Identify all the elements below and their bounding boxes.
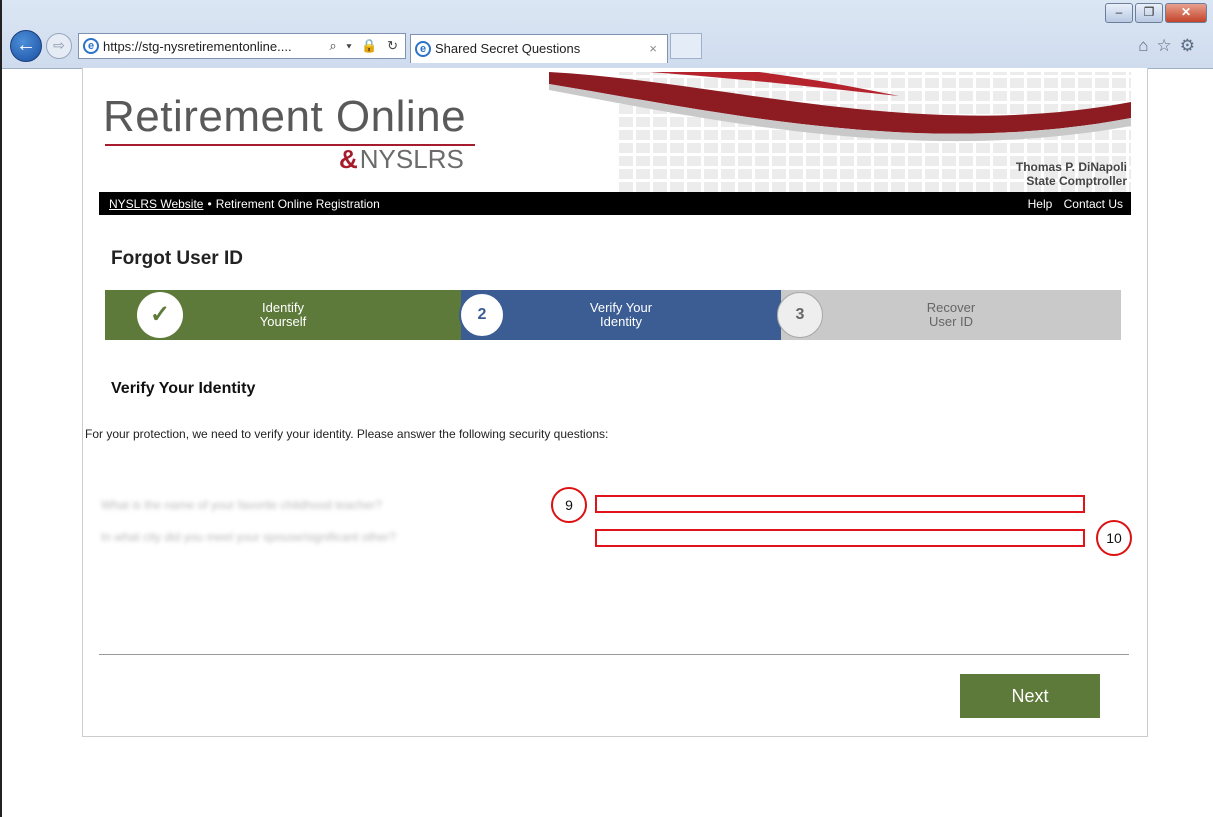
contact-us-link[interactable]: Contact Us [1064, 197, 1123, 211]
step-label-line1: Verify Your [589, 300, 653, 315]
checkmark-icon: ✓ [137, 292, 183, 338]
browser-nav-row: ← ⇨ e https://stg-nysretirementonline...… [10, 30, 702, 63]
window-controls: – ❐ ✕ [1103, 3, 1207, 23]
form-divider [99, 654, 1129, 655]
step-label-line2: Yourself [259, 314, 307, 329]
address-tools-icons[interactable]: ⌕ ▾ 🔒 ↻ [329, 38, 405, 54]
page-title: Forgot User ID [111, 248, 243, 269]
banner: Retirement Online &NYSLRS Thomas P. DiNa… [99, 72, 1131, 192]
tab-title: Shared Secret Questions [435, 41, 581, 56]
close-window-button[interactable]: ✕ [1165, 3, 1207, 23]
page-container: Retirement Online &NYSLRS Thomas P. DiNa… [82, 68, 1148, 737]
ie-logo-icon: e [83, 38, 99, 54]
browser-chrome: – ❐ ✕ ← ⇨ e https://stg-nysretirementonl… [2, 0, 1213, 69]
step-label-line2: Identity [600, 314, 642, 329]
instructions-text: For your protection, we need to verify y… [85, 427, 609, 441]
comptroller-label: Thomas P. DiNapoli State Comptroller [1016, 160, 1127, 188]
step-label-line1: Identify [262, 300, 304, 315]
help-link[interactable]: Help [1028, 197, 1053, 211]
window-left-edge [0, 0, 2, 817]
back-arrow-icon[interactable]: ← [10, 30, 42, 62]
home-favorites-settings-icons[interactable]: ⌂☆⚙ [1138, 36, 1203, 56]
security-question-2: In what city did you meet your spouse/si… [101, 530, 396, 544]
nyslrs-website-link[interactable]: NYSLRS Website [109, 197, 203, 211]
banner-swoosh [549, 72, 1131, 142]
step-verify-identity: 2 Verify Your Identity [459, 290, 781, 340]
step-number-3: 3 [777, 292, 823, 338]
nav-right: Help Contact Us [1020, 197, 1123, 211]
address-bar[interactable]: e https://stg-nysretirementonline.... ⌕ … [78, 33, 406, 59]
step-label-line2: User ID [928, 314, 974, 329]
tab-shared-secret-questions[interactable]: e Shared Secret Questions × [410, 33, 668, 63]
nav-separator: • [207, 196, 212, 211]
new-tab-button[interactable] [670, 33, 702, 59]
security-question-1: What is the name of your favorite childh… [101, 498, 382, 512]
step-label-line1: Recover [926, 300, 976, 315]
restore-button[interactable]: ❐ [1135, 3, 1163, 23]
callout-marker-10: 10 [1096, 520, 1132, 556]
nyslrs-logo: &NYSLRS [339, 144, 464, 174]
security-answer-1-input[interactable] [595, 495, 1085, 513]
retirement-online-logo: Retirement Online [103, 92, 467, 141]
next-button[interactable]: Next [960, 674, 1100, 718]
registration-label: Retirement Online Registration [215, 196, 380, 211]
comptroller-title: State Comptroller [1026, 174, 1127, 188]
tab-close-icon[interactable]: × [649, 41, 657, 56]
callout-marker-9: 9 [551, 487, 587, 523]
progress-steps: ✓ Identify Yourself 2 Verify Your Identity… [105, 290, 1121, 340]
forward-arrow-icon[interactable]: ⇨ [46, 33, 72, 59]
address-text[interactable]: https://stg-nysretirementonline.... [103, 39, 329, 54]
step-recover-user-id: 3 Recover User ID [777, 290, 1121, 340]
section-title: Verify Your Identity [111, 380, 256, 397]
minimize-button[interactable]: – [1105, 3, 1133, 23]
ie-tab-icon: e [415, 40, 431, 57]
nyslrs-mark-icon: & [339, 144, 358, 174]
comptroller-name: Thomas P. DiNapoli [1015, 160, 1127, 174]
security-answer-2-input[interactable] [595, 529, 1085, 547]
site-nav-bar: NYSLRS Website • Retirement Online Regis… [99, 192, 1131, 215]
step-number-2: 2 [459, 292, 505, 338]
step-identify-yourself: ✓ Identify Yourself [105, 290, 461, 340]
